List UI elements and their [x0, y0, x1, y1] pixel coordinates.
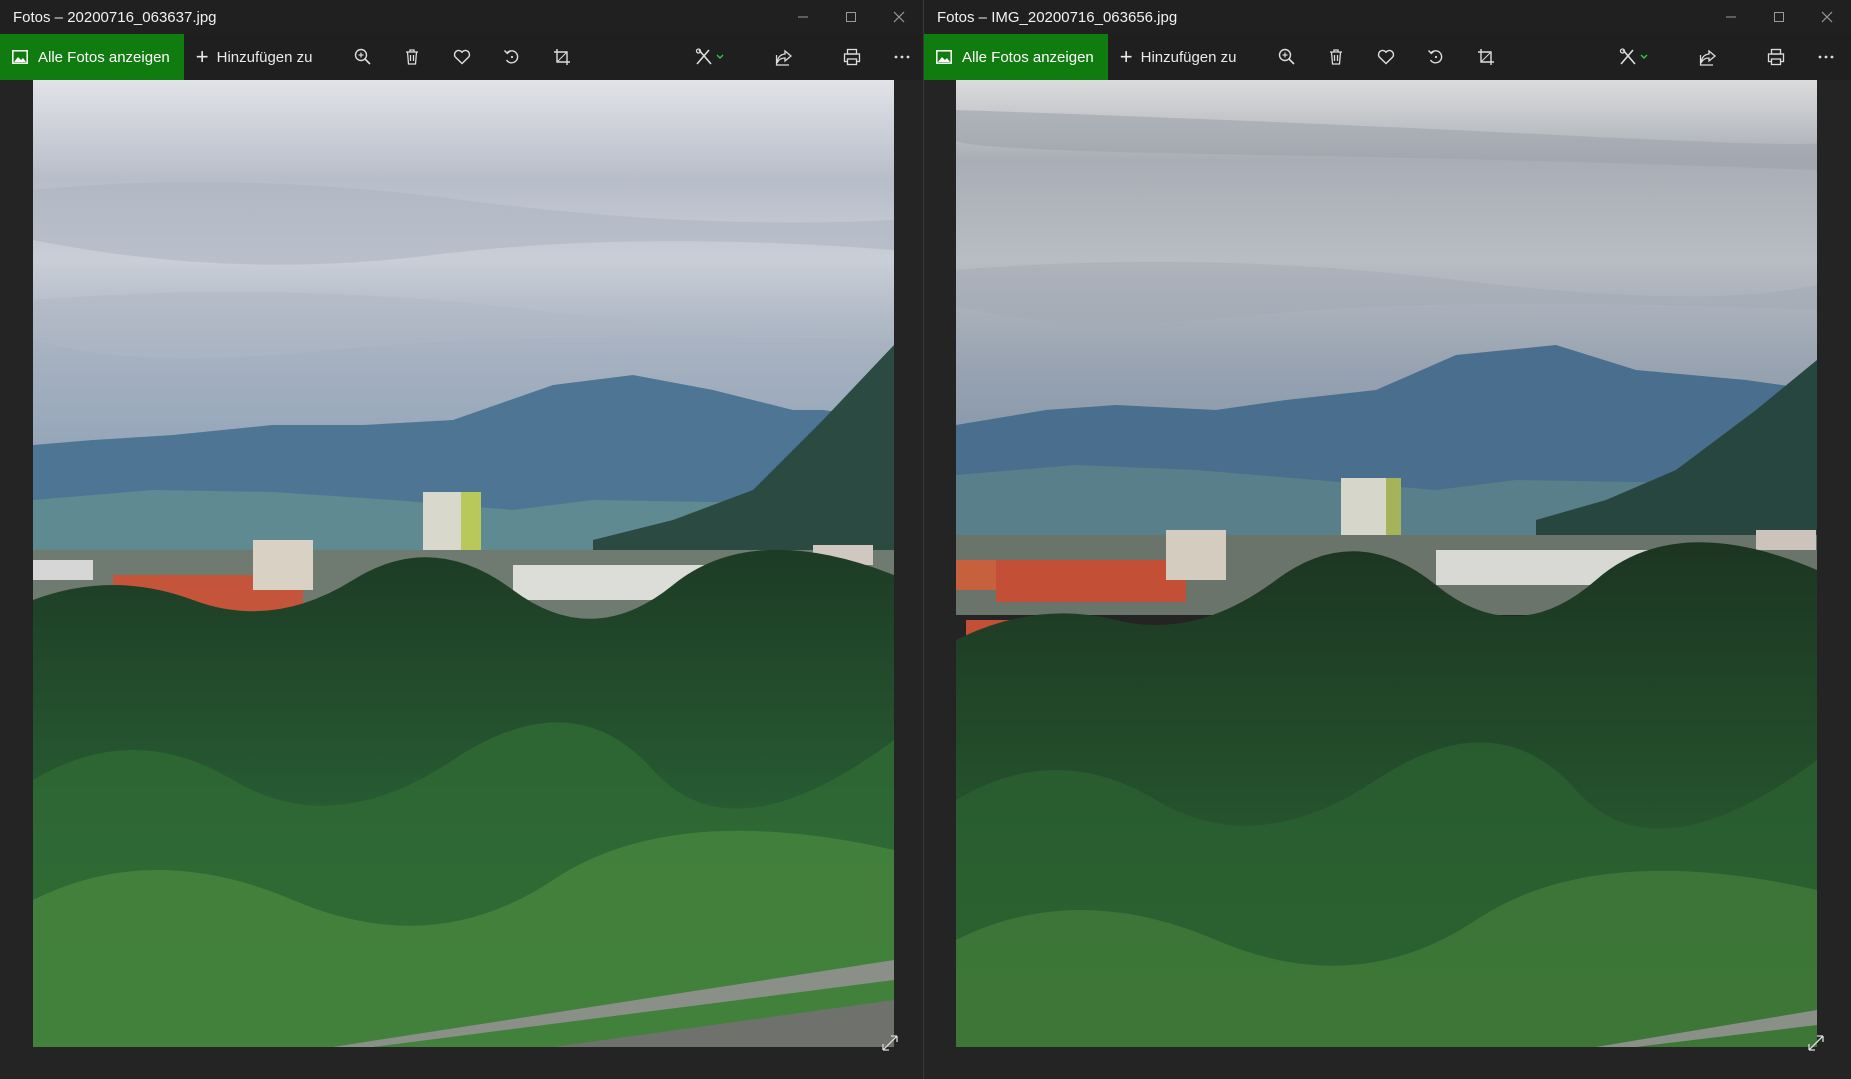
expand-icon[interactable] [1807, 1034, 1825, 1052]
all-photos-label: Alle Fotos anzeigen [962, 48, 1094, 66]
landscape-photo[interactable] [33, 80, 894, 1047]
all-photos-label: Alle Fotos anzeigen [38, 48, 170, 66]
zoom-in-icon [1278, 48, 1295, 65]
crop-button[interactable] [540, 34, 584, 80]
photo-viewer[interactable] [0, 80, 923, 1079]
edit-draw-icon [695, 48, 724, 65]
photo-image [956, 80, 1817, 1047]
delete-button[interactable] [1314, 34, 1358, 80]
maximize-icon [846, 12, 856, 22]
share-button[interactable] [1686, 34, 1730, 80]
rotate-icon [1427, 50, 1443, 64]
photo-image [33, 80, 894, 1047]
zoom-button[interactable] [341, 34, 385, 80]
add-to-label: Hinzufügen zu [1140, 48, 1237, 66]
photos-window-right: Fotos – IMG_20200716_063656.jpg Alle Fot… [924, 0, 1851, 1079]
print-button[interactable] [1754, 34, 1798, 80]
maximize-button[interactable] [1755, 0, 1803, 34]
edit-draw-button[interactable] [1606, 34, 1666, 80]
add-to-button[interactable]: + Hinzufügen zu [184, 34, 325, 80]
minimize-icon [1726, 16, 1736, 18]
share-icon [1699, 49, 1717, 66]
edit-draw-button[interactable] [682, 34, 742, 80]
crop-button[interactable] [1464, 34, 1508, 80]
share-button[interactable] [762, 34, 806, 80]
window-title: Fotos – IMG_20200716_063656.jpg [937, 8, 1178, 26]
close-icon [893, 11, 905, 23]
close-button[interactable] [1803, 0, 1851, 34]
photos-window-left: Fotos – 20200716_063637.jpg Alle Fotos a… [0, 0, 923, 1079]
close-button[interactable] [875, 0, 923, 34]
share-icon [775, 49, 793, 66]
favorite-icon [1377, 49, 1395, 65]
photo-gallery-icon [12, 50, 28, 64]
rotate-button[interactable] [490, 34, 534, 80]
close-icon [1821, 11, 1833, 23]
plus-icon: + [1119, 44, 1133, 69]
landscape-photo[interactable] [956, 80, 1817, 1047]
all-photos-button[interactable]: Alle Fotos anzeigen [0, 34, 184, 80]
minimize-button[interactable] [1707, 0, 1755, 34]
maximize-button[interactable] [827, 0, 875, 34]
favorite-icon [453, 49, 471, 65]
window-title: Fotos – 20200716_063637.jpg [13, 8, 217, 26]
delete-icon [1330, 49, 1342, 65]
maximize-icon [1774, 12, 1784, 22]
print-button[interactable] [830, 34, 874, 80]
all-photos-button[interactable]: Alle Fotos anzeigen [924, 34, 1108, 80]
more-button[interactable] [1804, 34, 1848, 80]
zoom-button[interactable] [1265, 34, 1309, 80]
plus-icon: + [195, 44, 209, 69]
title-bar[interactable]: Fotos – IMG_20200716_063656.jpg [924, 0, 1851, 34]
crop-icon [1478, 49, 1494, 65]
add-to-button[interactable]: + Hinzufügen zu [1108, 34, 1249, 80]
edit-draw-icon [1619, 48, 1648, 65]
print-icon [843, 48, 861, 66]
rotate-icon [503, 50, 519, 64]
minimize-icon [798, 16, 808, 18]
zoom-in-icon [354, 48, 371, 65]
delete-icon [406, 49, 418, 65]
photo-viewer[interactable] [924, 80, 1851, 1079]
more-icon [894, 55, 910, 59]
print-icon [1767, 48, 1785, 66]
more-button[interactable] [880, 34, 923, 80]
title-bar[interactable]: Fotos – 20200716_063637.jpg [0, 0, 923, 34]
delete-button[interactable] [390, 34, 434, 80]
crop-icon [554, 49, 570, 65]
photo-gallery-icon [936, 50, 952, 64]
add-to-label: Hinzufügen zu [216, 48, 313, 66]
expand-icon[interactable] [881, 1034, 899, 1052]
favorite-button[interactable] [440, 34, 484, 80]
rotate-button[interactable] [1414, 34, 1458, 80]
minimize-button[interactable] [779, 0, 827, 34]
favorite-button[interactable] [1364, 34, 1408, 80]
more-icon [1818, 55, 1834, 59]
